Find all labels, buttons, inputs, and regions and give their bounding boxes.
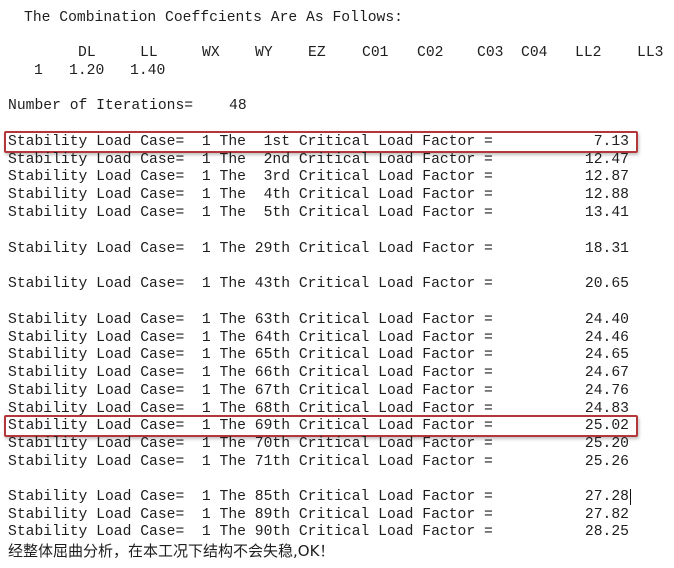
col-header: LL2 bbox=[575, 45, 602, 61]
iterations-label: Number of Iterations= bbox=[8, 98, 194, 114]
stability-row-text: Stability Load Case= 1 The 70th Critical… bbox=[8, 436, 493, 452]
load-factor-value: 12.87 bbox=[584, 169, 629, 185]
stability-row-text: Stability Load Case= 1 The 63th Critical… bbox=[8, 312, 493, 328]
stability-row-text: Stability Load Case= 1 The 3rd Critical … bbox=[8, 169, 493, 185]
load-factor-value: 25.20 bbox=[584, 436, 629, 452]
stability-row-text: Stability Load Case= 1 The 89th Critical… bbox=[8, 507, 493, 523]
stability-row-text: Stability Load Case= 1 The 65th Critical… bbox=[8, 347, 493, 363]
load-factor-value: 12.47 bbox=[584, 152, 629, 168]
stability-row-text: Stability Load Case= 1 The 2nd Critical … bbox=[8, 152, 493, 168]
load-factor-value: 27.82 bbox=[584, 507, 629, 523]
conclusion-text: 经整体屈曲分析，在本工况下结构不会失稳,OK！ bbox=[8, 542, 335, 560]
iterations-value: 48 bbox=[229, 98, 247, 114]
stability-row-text: Stability Load Case= 1 The 64th Critical… bbox=[8, 330, 493, 346]
col-header: DL bbox=[78, 45, 96, 61]
col-header: C03 bbox=[477, 45, 504, 61]
stability-row-text: Stability Load Case= 1 The 85th Critical… bbox=[8, 489, 493, 505]
highlight-box bbox=[4, 131, 638, 153]
stability-row-text: Stability Load Case= 1 The 66th Critical… bbox=[8, 365, 493, 381]
coefficient-value: 1.40 bbox=[130, 63, 166, 79]
load-factor-value: 13.41 bbox=[584, 205, 629, 221]
heading: The Combination Coeffcients Are As Follo… bbox=[24, 10, 403, 26]
load-factor-value: 24.76 bbox=[584, 383, 629, 399]
load-factor-value: 20.65 bbox=[584, 276, 629, 292]
col-header: LL3 bbox=[637, 45, 664, 61]
col-header: LL bbox=[140, 45, 158, 61]
load-factor-value: 24.46 bbox=[584, 330, 629, 346]
load-factor-value: 18.31 bbox=[584, 241, 629, 257]
col-header: C01 bbox=[362, 45, 389, 61]
col-header: EZ bbox=[308, 45, 326, 61]
coefficient-value: 1.20 bbox=[69, 63, 105, 79]
load-factor-value: 27.28 bbox=[584, 489, 629, 505]
load-factor-value: 24.67 bbox=[584, 365, 629, 381]
load-factor-value: 25.26 bbox=[584, 454, 629, 470]
highlight-box bbox=[4, 415, 638, 437]
case-number: 1 bbox=[34, 63, 43, 79]
load-factor-value: 28.25 bbox=[584, 524, 629, 540]
text-cursor bbox=[630, 489, 631, 505]
col-header: WY bbox=[255, 45, 273, 61]
stability-row-text: Stability Load Case= 1 The 90th Critical… bbox=[8, 524, 493, 540]
col-header: WX bbox=[202, 45, 220, 61]
stability-row-text: Stability Load Case= 1 The 67th Critical… bbox=[8, 383, 493, 399]
col-header: C02 bbox=[417, 45, 444, 61]
stability-row-text: Stability Load Case= 1 The 43th Critical… bbox=[8, 276, 493, 292]
stability-row-text: Stability Load Case= 1 The 71th Critical… bbox=[8, 454, 493, 470]
col-header: C04 bbox=[521, 45, 548, 61]
load-factor-value: 12.88 bbox=[584, 187, 629, 203]
stability-row-text: Stability Load Case= 1 The 29th Critical… bbox=[8, 241, 493, 257]
stability-row-text: Stability Load Case= 1 The 5th Critical … bbox=[8, 205, 493, 221]
stability-row-text: Stability Load Case= 1 The 4th Critical … bbox=[8, 187, 493, 203]
load-factor-value: 24.65 bbox=[584, 347, 629, 363]
load-factor-value: 24.40 bbox=[584, 312, 629, 328]
